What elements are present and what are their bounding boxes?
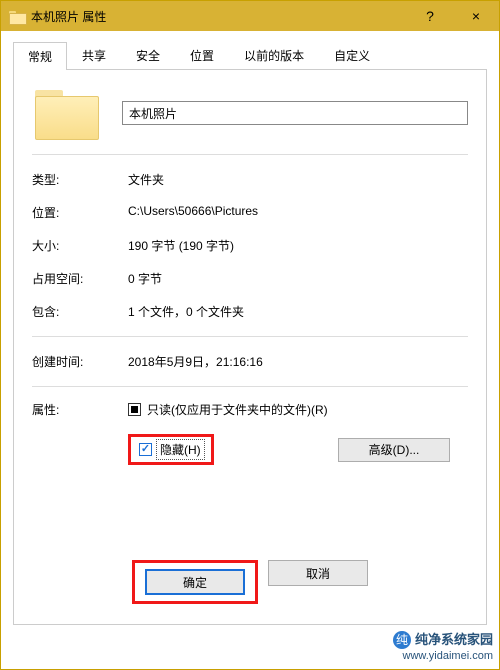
label-type: 类型: bbox=[32, 171, 128, 188]
label-created: 创建时间: bbox=[32, 353, 128, 370]
row-attributes: 属性: 只读(仅应用于文件夹中的文件)(R) bbox=[32, 401, 468, 418]
tab-2[interactable]: 安全 bbox=[121, 41, 175, 69]
label-size: 大小: bbox=[32, 237, 128, 254]
content-area: 常规共享安全位置以前的版本自定义 类型: 文件夹 位置: C:\Users\50… bbox=[1, 31, 499, 637]
tab-5[interactable]: 自定义 bbox=[319, 41, 385, 69]
label-location: 位置: bbox=[32, 204, 128, 221]
folder-large-icon bbox=[32, 86, 102, 140]
tab-strip: 常规共享安全位置以前的版本自定义 bbox=[13, 41, 487, 70]
value-type: 文件夹 bbox=[128, 171, 468, 188]
hidden-checkbox[interactable] bbox=[139, 443, 152, 456]
value-created: 2018年5月9日，21:16:16 bbox=[128, 353, 468, 370]
name-row bbox=[32, 86, 468, 140]
tab-panel-general: 类型: 文件夹 位置: C:\Users\50666\Pictures 大小: … bbox=[13, 70, 487, 625]
icon-column bbox=[32, 86, 122, 140]
label-diskspace: 占用空间: bbox=[32, 270, 128, 287]
cancel-button[interactable]: 取消 bbox=[268, 560, 368, 586]
value-contains: 1 个文件，0 个文件夹 bbox=[128, 303, 468, 320]
row-type: 类型: 文件夹 bbox=[32, 171, 468, 188]
folder-name-input[interactable] bbox=[122, 101, 468, 125]
help-button[interactable]: ? bbox=[407, 1, 453, 31]
row-contains: 包含: 1 个文件，0 个文件夹 bbox=[32, 303, 468, 320]
separator bbox=[32, 386, 468, 387]
watermark-line2: www.yidaimei.com bbox=[393, 649, 493, 663]
row-created: 创建时间: 2018年5月9日，21:16:16 bbox=[32, 353, 468, 370]
label-attributes: 属性: bbox=[32, 401, 128, 418]
folder-icon bbox=[9, 9, 25, 23]
value-size: 190 字节 (190 字节) bbox=[128, 237, 468, 254]
tab-1[interactable]: 共享 bbox=[67, 41, 121, 69]
highlight-hidden: 隐藏(H) bbox=[128, 434, 214, 465]
row-location: 位置: C:\Users\50666\Pictures bbox=[32, 204, 468, 221]
readonly-label: 只读(仅应用于文件夹中的文件)(R) bbox=[147, 401, 328, 418]
hidden-label: 隐藏(H) bbox=[158, 441, 203, 458]
value-diskspace: 0 字节 bbox=[128, 270, 468, 287]
tab-3[interactable]: 位置 bbox=[175, 41, 229, 69]
label-contains: 包含: bbox=[32, 303, 128, 320]
dialog-buttons: 确定 取消 bbox=[14, 560, 486, 604]
close-button[interactable]: × bbox=[453, 1, 499, 31]
highlight-ok: 确定 bbox=[132, 560, 258, 604]
row-hidden: 隐藏(H) 高级(D)... bbox=[128, 434, 468, 465]
readonly-checkbox[interactable] bbox=[128, 403, 141, 416]
titlebar: 本机照片 属性 ? × bbox=[1, 1, 499, 31]
advanced-button[interactable]: 高级(D)... bbox=[338, 438, 450, 462]
properties-window: 本机照片 属性 ? × 常规共享安全位置以前的版本自定义 类型: 文件夹 位置:… bbox=[0, 0, 500, 670]
titlebar-buttons: ? × bbox=[407, 1, 499, 31]
value-location: C:\Users\50666\Pictures bbox=[128, 204, 468, 221]
separator bbox=[32, 154, 468, 155]
tab-0[interactable]: 常规 bbox=[13, 42, 67, 70]
separator bbox=[32, 336, 468, 337]
value-attributes: 只读(仅应用于文件夹中的文件)(R) bbox=[128, 401, 468, 418]
row-size: 大小: 190 字节 (190 字节) bbox=[32, 237, 468, 254]
ok-button[interactable]: 确定 bbox=[145, 569, 245, 595]
row-diskspace: 占用空间: 0 字节 bbox=[32, 270, 468, 287]
window-title: 本机照片 属性 bbox=[31, 8, 106, 25]
tab-4[interactable]: 以前的版本 bbox=[229, 41, 319, 69]
